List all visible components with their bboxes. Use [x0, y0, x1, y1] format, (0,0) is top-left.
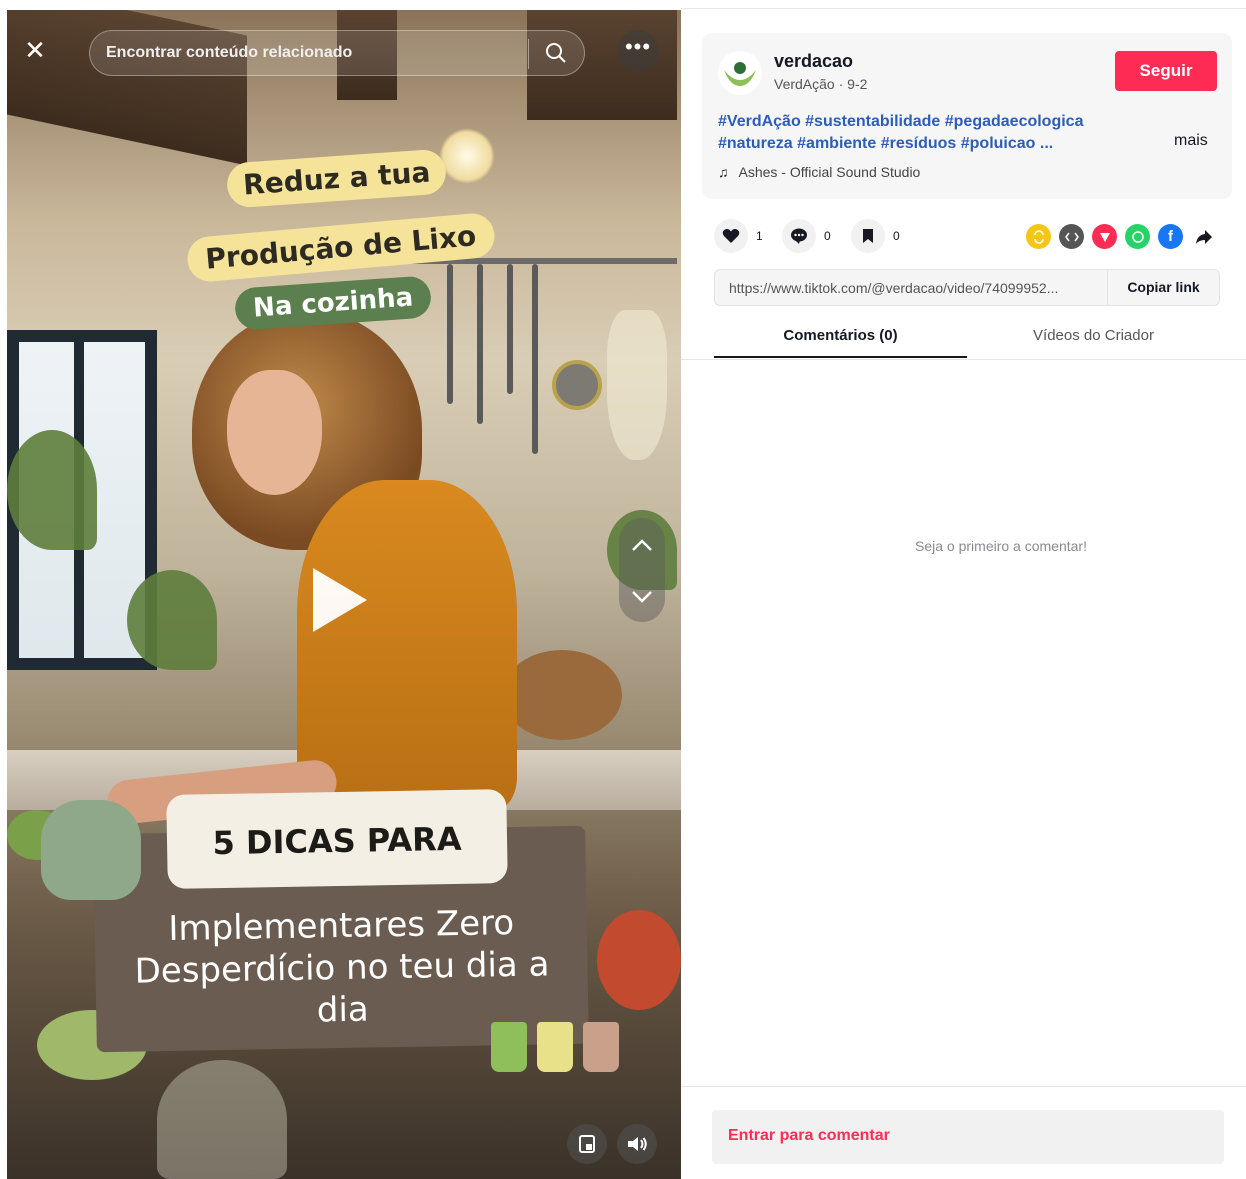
- wall-lamp: [439, 128, 495, 184]
- music-title: Ashes - Official Sound Studio: [738, 164, 921, 180]
- comment-icon[interactable]: [782, 219, 816, 253]
- chevron-down-icon[interactable]: [619, 574, 665, 620]
- video-navigation: [619, 518, 665, 622]
- login-to-comment-link[interactable]: Entrar para comentar: [728, 1127, 890, 1145]
- tab-comments[interactable]: Comentários (0): [714, 318, 967, 358]
- creator-display-name: VerdAção: [774, 76, 835, 92]
- divider: [681, 8, 1246, 9]
- save-count: 0: [893, 229, 900, 243]
- comment-action[interactable]: 0: [782, 218, 831, 254]
- hanging-pan: [552, 360, 602, 410]
- recycle-bin-icon: [537, 1022, 573, 1072]
- person-face: [227, 370, 322, 495]
- comment-login-box[interactable]: Entrar para comentar: [712, 1110, 1224, 1164]
- action-bar: 1 0 0 f: [714, 218, 1224, 254]
- search-placeholder: Encontrar conteúdo relacionado: [106, 44, 353, 61]
- glass-jar: [157, 1060, 287, 1179]
- save-action[interactable]: 0: [851, 218, 900, 254]
- bookmark-icon[interactable]: [851, 219, 885, 253]
- tip-card-title: 5 DICAS PARA: [212, 819, 462, 863]
- copy-link-field: https://www.tiktok.com/@verdacao/video/7…: [714, 269, 1220, 306]
- vegetable: [597, 910, 681, 1010]
- chevron-up-icon[interactable]: [619, 522, 665, 568]
- follow-button[interactable]: Seguir: [1115, 51, 1217, 91]
- tip-card-header: 5 DICAS PARA: [166, 789, 508, 889]
- creator-info-card: verdacao VerdAção · 9-2 Seguir #VerdAção…: [702, 33, 1232, 199]
- search-input[interactable]: Encontrar conteúdo relacionado: [89, 30, 585, 76]
- avatar[interactable]: [718, 51, 762, 95]
- video-player[interactable]: ✕ Encontrar conteúdo relacionado ••• Red…: [7, 10, 681, 1179]
- whatsapp-icon[interactable]: [1125, 224, 1150, 249]
- post-date: 9-2: [847, 76, 868, 92]
- utensil: [532, 264, 538, 454]
- facebook-glyph: f: [1168, 228, 1173, 245]
- send-icon[interactable]: [1092, 224, 1117, 249]
- empty-comments-message: Seja o primeiro a comentar!: [915, 538, 1087, 554]
- creator-username[interactable]: verdacao: [774, 51, 853, 72]
- cutting-board: [502, 650, 622, 740]
- comment-count: 0: [824, 229, 831, 243]
- volume-icon[interactable]: [617, 1124, 657, 1164]
- video-url[interactable]: https://www.tiktok.com/@verdacao/video/7…: [729, 280, 1099, 296]
- like-count: 1: [756, 229, 763, 243]
- search-icon[interactable]: [544, 41, 568, 65]
- close-icon[interactable]: ✕: [21, 36, 49, 64]
- utensil: [507, 264, 513, 394]
- miniplayer-icon[interactable]: [567, 1124, 607, 1164]
- plant: [127, 570, 217, 670]
- copy-link-button[interactable]: Copiar link: [1107, 270, 1219, 305]
- sticker-line3: Na cozinha: [233, 275, 433, 331]
- utensil: [447, 264, 453, 404]
- play-icon[interactable]: [313, 568, 367, 632]
- sticker-line1: Reduz a tua: [225, 148, 448, 209]
- plant: [7, 430, 97, 550]
- person-shirt: [297, 480, 517, 810]
- divider: [681, 359, 1246, 360]
- more-icon[interactable]: •••: [617, 30, 659, 72]
- hashtags[interactable]: #VerdAção #sustentabilidade #pegadaecolo…: [718, 111, 1138, 155]
- tip-card-text: Implementares Zero Desperdício no teu di…: [134, 902, 550, 1031]
- like-action[interactable]: 1: [714, 218, 763, 254]
- details-panel: verdacao VerdAção · 9-2 Seguir #VerdAção…: [681, 0, 1246, 1179]
- music-note-icon: ♫: [718, 164, 729, 180]
- repost-icon[interactable]: [1026, 224, 1051, 249]
- tabs: Comentários (0) Vídeos do Criador: [714, 318, 1220, 358]
- search-divider: [528, 39, 529, 69]
- video-top-bar: ✕ Encontrar conteúdo relacionado •••: [7, 10, 681, 90]
- embed-icon[interactable]: [1059, 224, 1084, 249]
- share-arrow-icon[interactable]: [1191, 224, 1216, 249]
- music-row[interactable]: ♫ Ashes - Official Sound Studio: [718, 164, 920, 180]
- more-link[interactable]: mais: [1174, 132, 1208, 150]
- recycle-bin-icon: [583, 1022, 619, 1072]
- tab-creator-videos[interactable]: Vídeos do Criador: [967, 318, 1220, 358]
- hanging-net: [607, 310, 667, 460]
- compost-bag-icon: [41, 800, 141, 900]
- facebook-icon[interactable]: f: [1158, 224, 1183, 249]
- divider: [681, 1086, 1246, 1087]
- utensil: [477, 264, 483, 424]
- creator-subtitle: VerdAção · 9-2: [774, 76, 868, 92]
- heart-icon[interactable]: [714, 219, 748, 253]
- recycle-bin-icon: [491, 1022, 527, 1072]
